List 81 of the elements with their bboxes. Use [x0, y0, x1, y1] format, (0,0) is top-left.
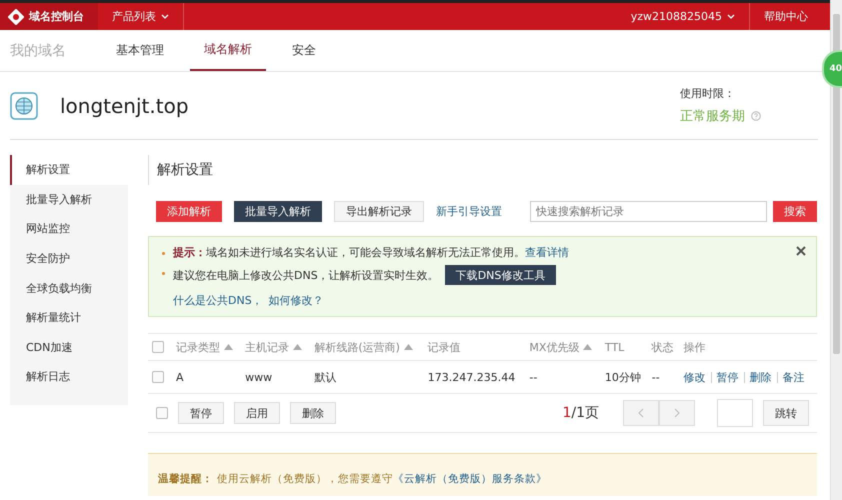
- sidebar-item[interactable]: 解析设置: [10, 155, 128, 185]
- notice-link[interactable]: 如何修改？: [268, 293, 324, 308]
- notice-link[interactable]: 什么是公共DNS，: [173, 293, 263, 308]
- notice-label: 提示：: [173, 245, 206, 260]
- table-cell: 10分钟: [604, 370, 641, 384]
- row-action-link[interactable]: 修改: [684, 372, 706, 382]
- reminder-text: 使用云解析（免费版），您需要遵守: [217, 473, 393, 485]
- toolbar-button[interactable]: 批量导入解析: [234, 201, 322, 222]
- sidebar-item[interactable]: 安全防护: [10, 244, 128, 274]
- close-icon[interactable]: [796, 246, 806, 256]
- period-label: 使用时限：: [680, 86, 736, 101]
- nav-tab[interactable]: 域名解析: [190, 30, 266, 71]
- bulk-checkbox[interactable]: [156, 407, 168, 419]
- page-indicator: 1/1页: [562, 404, 599, 422]
- globe-icon: [10, 92, 38, 120]
- column-header: 主机记录: [245, 340, 302, 354]
- chevron-left-icon: [638, 408, 644, 418]
- help-icon[interactable]: [751, 111, 761, 121]
- reminder-label: 温馨提醒：: [158, 473, 213, 485]
- caret-icon: [727, 14, 735, 19]
- notice-link[interactable]: 查看详情: [525, 245, 569, 260]
- column-header: 操作: [684, 340, 706, 354]
- console-logo[interactable]: 域名控制台: [0, 3, 98, 30]
- row-action-link[interactable]: 备注: [776, 372, 805, 382]
- download-button[interactable]: 下载DNS修改工具: [444, 265, 556, 285]
- sort-icon[interactable]: [224, 344, 233, 350]
- table-cell: --: [529, 370, 538, 384]
- chevron-right-icon: [674, 408, 680, 418]
- bullet-icon: [162, 252, 165, 255]
- table-cell: 默认: [314, 370, 336, 384]
- bulk-action-button[interactable]: 删除: [290, 402, 336, 424]
- toolbar-button[interactable]: 导出解析记录: [334, 201, 424, 222]
- column-header: MX优先级: [529, 340, 592, 354]
- sidebar-item[interactable]: 网站监控: [10, 214, 128, 244]
- row-action-link[interactable]: 删除: [744, 372, 772, 382]
- guide-settings-link[interactable]: 新手引导设置: [436, 204, 502, 219]
- sidebar-item[interactable]: 批量导入解析: [10, 184, 128, 214]
- select-all-checkbox[interactable]: [152, 341, 164, 354]
- bulk-action-button[interactable]: 暂停: [178, 402, 224, 424]
- console-title: 域名控制台: [29, 9, 84, 24]
- user-menu[interactable]: yzw2108825045: [616, 3, 750, 30]
- page-title: 我的域名: [10, 42, 66, 60]
- table-cell: www: [245, 370, 272, 384]
- toolbar-button[interactable]: 添加解析: [156, 201, 222, 222]
- logo-icon: [8, 8, 24, 24]
- nav-tab[interactable]: 安全: [278, 30, 330, 71]
- table-cell: --: [652, 370, 660, 384]
- sidebar-item[interactable]: 全球负载均衡: [10, 273, 128, 303]
- product-list-menu[interactable]: 产品列表: [98, 3, 184, 30]
- column-header: TTL: [604, 340, 624, 354]
- bulk-action-button[interactable]: 启用: [234, 402, 280, 424]
- sidebar-item[interactable]: 解析日志: [10, 362, 128, 392]
- previous-page-button[interactable]: [623, 400, 659, 426]
- row-checkbox[interactable]: [152, 371, 164, 384]
- table-cell: A: [176, 370, 184, 384]
- notice-text: 建议您在电脑上修改公共DNS，让解析设置实时生效。: [173, 268, 439, 282]
- sidebar-item[interactable]: 解析量统计: [10, 302, 128, 333]
- nav-tab[interactable]: 基本管理: [102, 30, 178, 71]
- column-header: 记录类型: [176, 340, 233, 354]
- sort-icon[interactable]: [293, 344, 302, 350]
- search-field[interactable]: 快速搜索解析记录: [530, 201, 767, 222]
- section-title: 解析设置: [148, 155, 817, 185]
- page-number-field[interactable]: [717, 399, 753, 427]
- row-action-link[interactable]: 暂停: [710, 372, 739, 382]
- period-status: 正常服务期: [680, 108, 745, 125]
- domain-name: longtenjt.top: [60, 94, 189, 118]
- column-header: 记录值: [428, 340, 461, 354]
- terms-link[interactable]: 《云解析（免费版）服务条款》: [393, 473, 547, 485]
- sort-icon[interactable]: [583, 344, 592, 350]
- caret-icon: [161, 14, 169, 19]
- column-header: 解析线路(运营商): [314, 340, 413, 354]
- next-page-button[interactable]: [659, 400, 695, 426]
- sort-icon[interactable]: [404, 344, 413, 350]
- sidebar-item[interactable]: CDN加速: [10, 332, 128, 362]
- help-center-link[interactable]: 帮助中心: [750, 3, 830, 30]
- column-header: 状态: [652, 340, 674, 354]
- bullet-icon: [162, 272, 165, 275]
- search-button[interactable]: 搜索: [773, 201, 817, 222]
- jump-button[interactable]: 跳转: [763, 400, 809, 426]
- table-cell: 173.247.235.44: [428, 370, 516, 384]
- notice-text: 域名如未进行域名实名认证，可能会导致域名解析无法正常使用。: [206, 245, 525, 260]
